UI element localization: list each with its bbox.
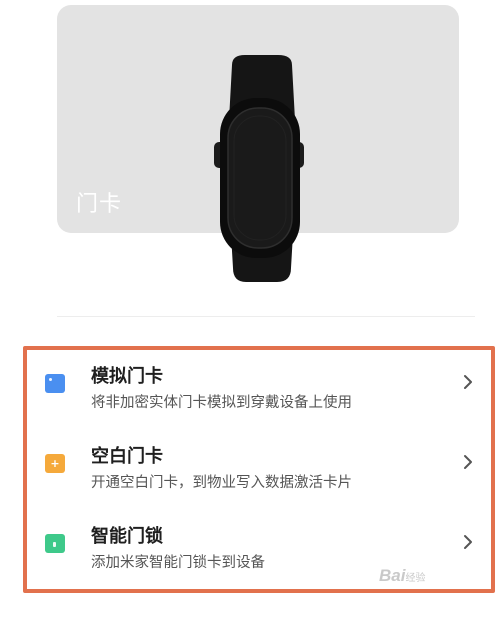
blank-card-icon: + [45, 454, 65, 473]
menu-item-subtitle: 开通空白门卡，到物业写入数据激活卡片 [91, 475, 352, 491]
chevron-right-icon [464, 375, 472, 389]
watermark: Bai经验 [379, 566, 426, 585]
chevron-right-icon [464, 535, 472, 549]
smart-lock-icon [45, 534, 65, 553]
card-label: 门卡 [76, 192, 123, 217]
card-icon [45, 374, 65, 393]
menu-item-subtitle: 将非加密实体门卡模拟到穿戴设备上使用 [91, 395, 352, 411]
menu-item-subtitle: 添加米家智能门锁卡到设备 [91, 555, 265, 571]
chevron-right-icon [464, 455, 472, 469]
menu-item-title: 空白门卡 [91, 446, 163, 467]
menu-item-title: 模拟门卡 [91, 366, 163, 387]
menu-item-blank-card[interactable]: + 空白门卡 开通空白门卡，到物业写入数据激活卡片 [27, 432, 491, 512]
menu-item-title: 智能门锁 [91, 526, 163, 547]
menu-item-simulate-card[interactable]: 模拟门卡 将非加密实体门卡模拟到穿戴设备上使用 [27, 352, 491, 432]
section-divider [57, 316, 475, 317]
